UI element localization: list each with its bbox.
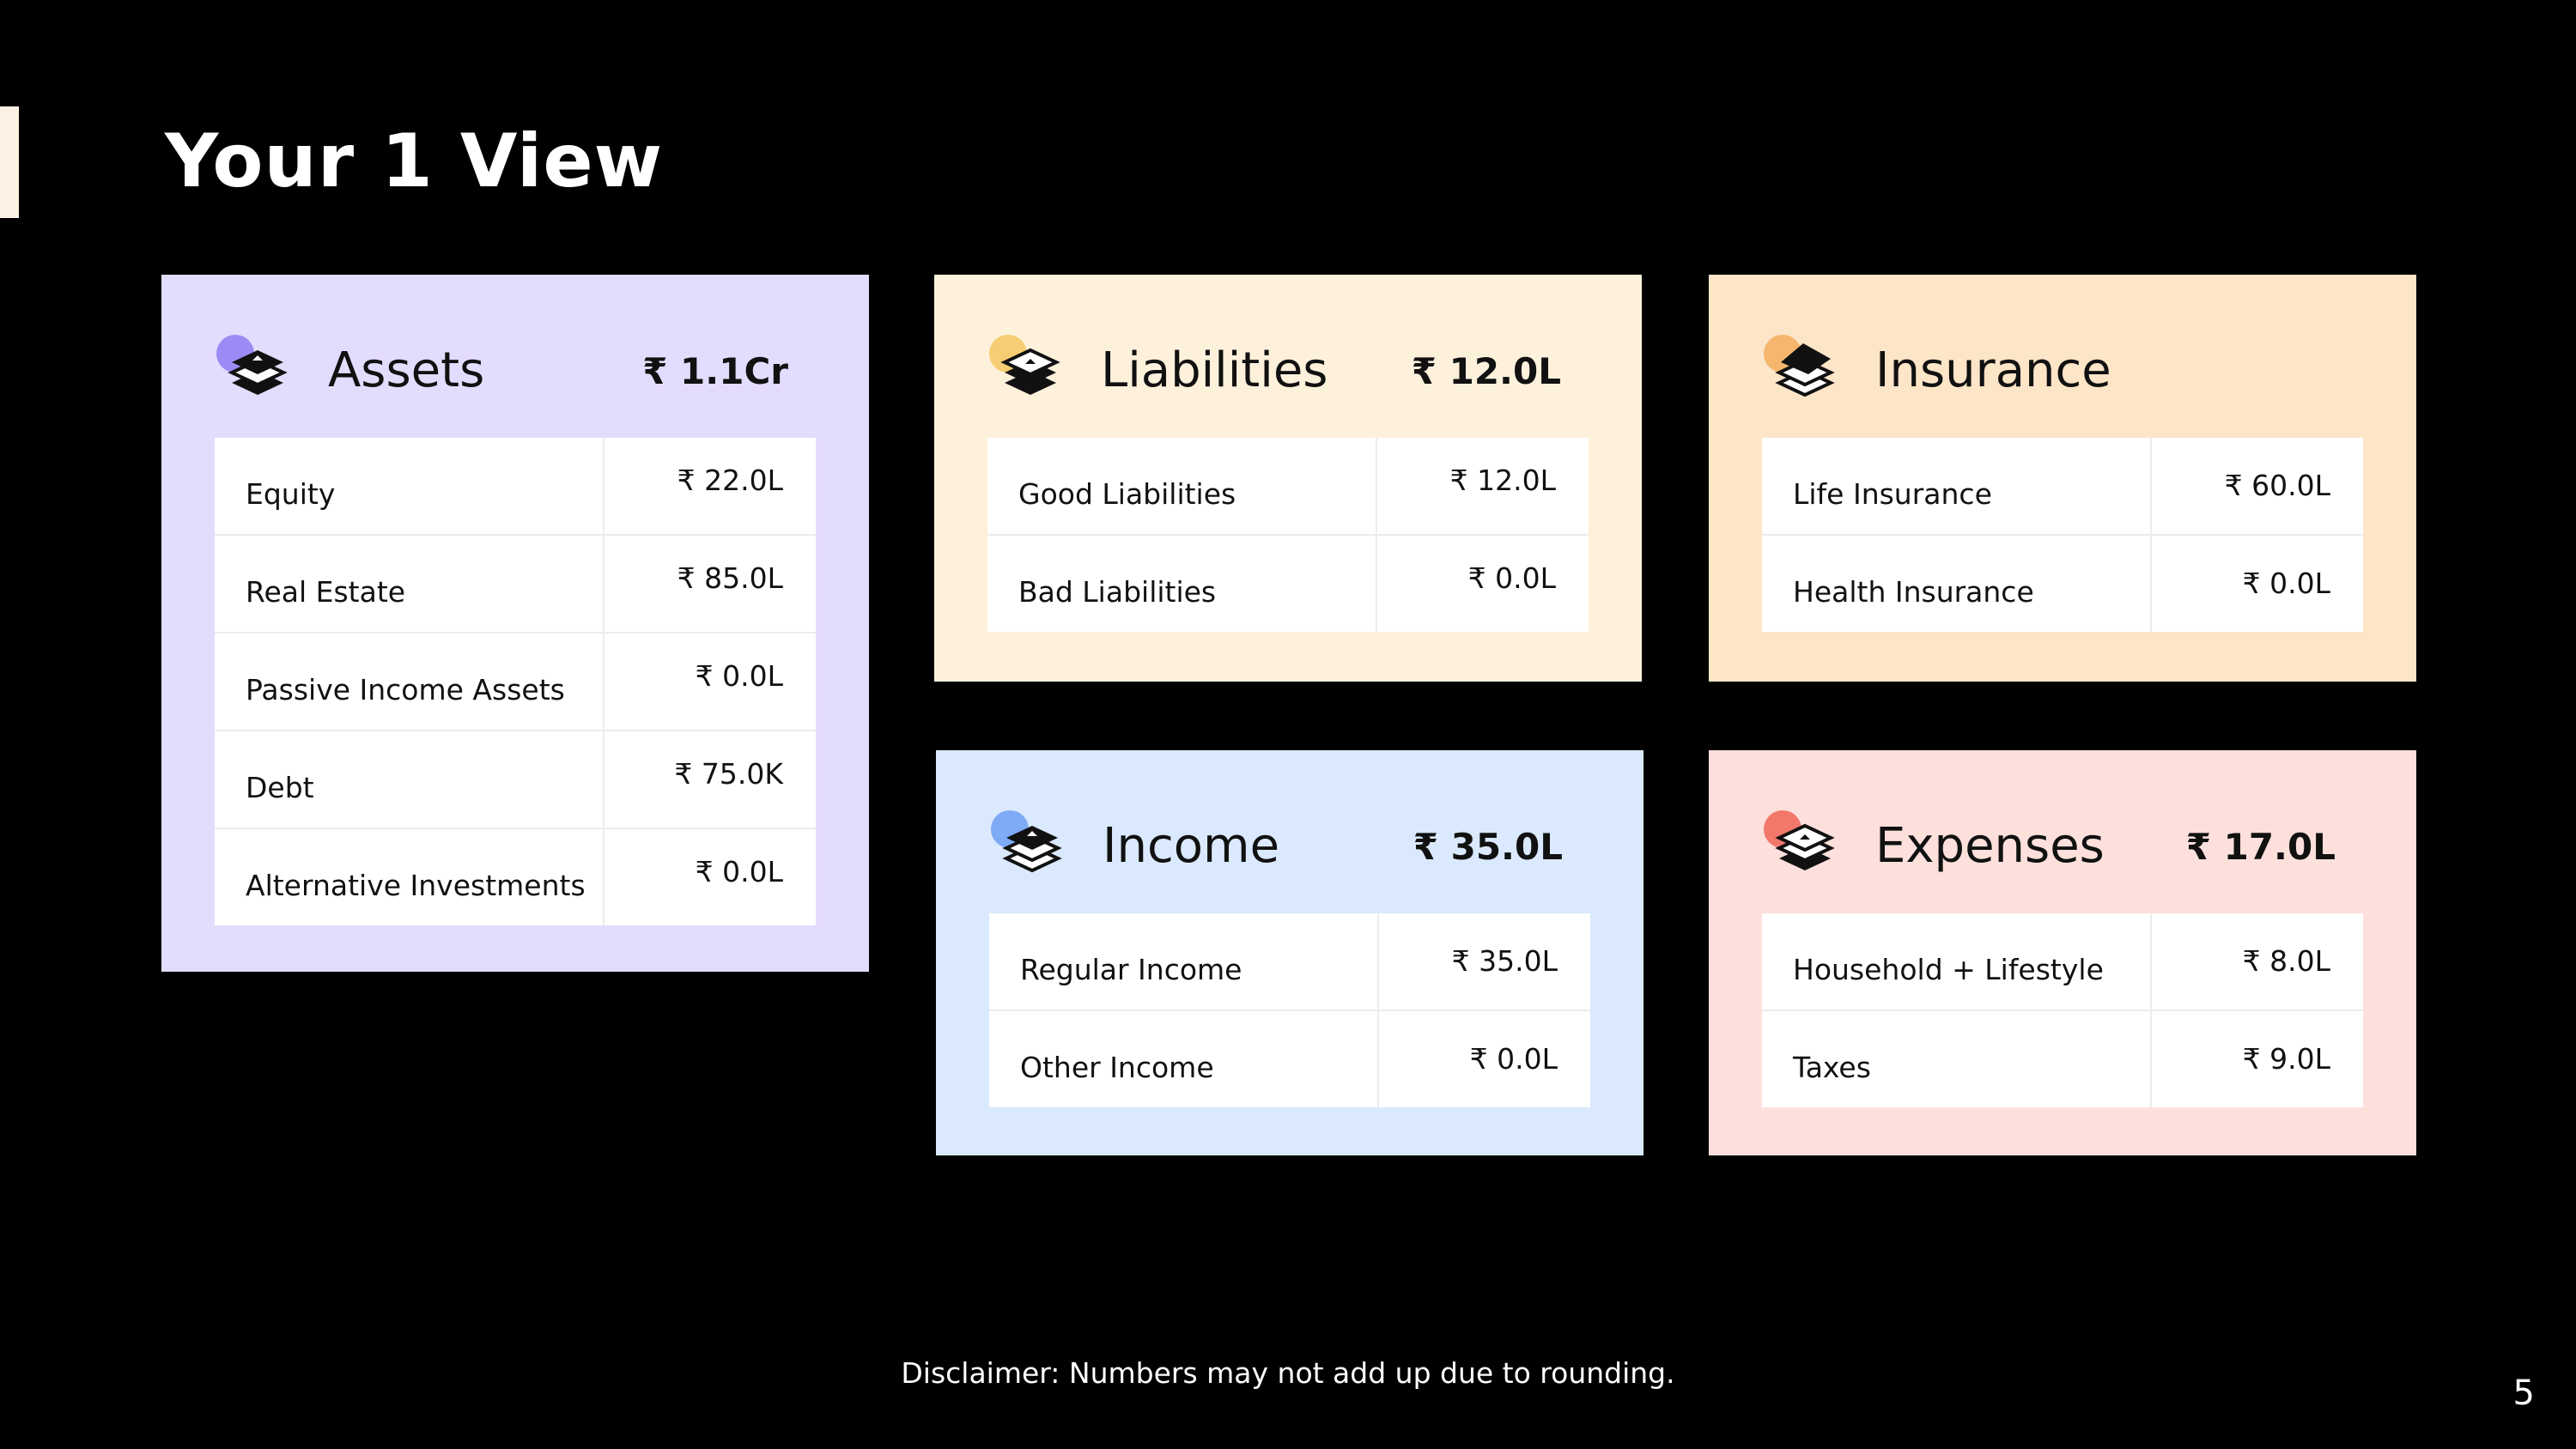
row-value: ₹ 22.0L [677,464,783,497]
row-value: ₹ 8.0L [2242,944,2330,978]
insurance-title: Insurance [1875,343,2111,398]
expenses-title: Expenses [1875,818,2105,874]
row-label: Other Income [989,1011,1379,1107]
table-row: Life Insurance ₹ 60.0L [1762,438,2363,534]
row-label: Good Liabilities [987,438,1377,534]
table-row: Regular Income ₹ 35.0L [989,913,1590,1009]
row-label: Debt [215,731,605,828]
row-label: Taxes [1762,1011,2152,1107]
table-row: Good Liabilities ₹ 12.0L [987,438,1589,534]
row-label: Equity [215,438,605,534]
row-value: ₹ 85.0L [677,561,783,595]
liabilities-title: Liabilities [1101,343,1328,398]
row-label: Health Insurance [1762,536,2152,632]
row-value: ₹ 0.0L [695,855,783,888]
row-label: Real Estate [215,536,605,632]
table-row: Other Income ₹ 0.0L [989,1009,1590,1107]
row-label: Passive Income Assets [215,634,605,730]
income-total: ₹ 35.0L [1413,826,1563,868]
table-row: Equity ₹ 22.0L [215,438,816,534]
page-title: Your 1 View [165,118,664,204]
income-card: Income ₹ 35.0L Regular Income ₹ 35.0L Ot… [936,750,1643,1155]
insurance-card-header: Insurance [1709,275,2416,438]
row-value: ₹ 0.0L [1467,561,1556,595]
assets-card-header: Assets ₹ 1.1Cr [161,275,869,438]
table-row: Taxes ₹ 9.0L [1762,1009,2363,1107]
layers-stack-icon [216,335,288,395]
row-label: Bad Liabilities [987,536,1377,632]
row-value: ₹ 0.0L [2242,567,2330,600]
assets-card: Assets ₹ 1.1Cr Equity ₹ 22.0L Real Estat… [161,275,869,972]
income-card-header: Income ₹ 35.0L [936,750,1643,913]
row-value: ₹ 60.0L [2224,469,2330,502]
row-label: Household + Lifestyle [1762,913,2152,1009]
expenses-table: Household + Lifestyle ₹ 8.0L Taxes ₹ 9.0… [1762,913,2363,1107]
side-accent-bar [0,106,19,218]
liabilities-table: Good Liabilities ₹ 12.0L Bad Liabilities… [987,438,1589,632]
row-label: Life Insurance [1762,438,2152,534]
page-number: 5 [2512,1373,2535,1413]
assets-title: Assets [328,343,485,398]
income-title: Income [1103,818,1280,874]
row-label: Regular Income [989,913,1379,1009]
table-row: Bad Liabilities ₹ 0.0L [987,534,1589,632]
insurance-card: Insurance Life Insurance ₹ 60.0L Health … [1709,275,2416,682]
row-value: ₹ 0.0L [1469,1042,1558,1076]
disclaimer-text: Disclaimer: Numbers may not add up due t… [901,1356,1675,1390]
expenses-total: ₹ 17.0L [2185,826,2336,868]
table-row: Debt ₹ 75.0K [215,730,816,828]
row-value: ₹ 0.0L [695,659,783,693]
liabilities-card: Liabilities ₹ 12.0L Good Liabilities ₹ 1… [934,275,1642,682]
row-value: ₹ 9.0L [2242,1042,2330,1076]
layers-stack-icon [991,810,1062,873]
liabilities-total: ₹ 12.0L [1411,350,1561,392]
assets-table: Equity ₹ 22.0L Real Estate ₹ 85.0L Passi… [215,438,816,925]
table-row: Passive Income Assets ₹ 0.0L [215,632,816,730]
table-row: Real Estate ₹ 85.0L [215,534,816,632]
row-value: ₹ 75.0K [674,757,783,791]
row-label: Alternative Investments [215,829,605,925]
liabilities-card-header: Liabilities ₹ 12.0L [934,275,1642,438]
expenses-card-header: Expenses ₹ 17.0L [1709,750,2416,913]
row-value: ₹ 35.0L [1451,944,1558,978]
layers-stack-icon [989,335,1060,395]
layers-house-icon [1764,335,1835,397]
expenses-card: Expenses ₹ 17.0L Household + Lifestyle ₹… [1709,750,2416,1155]
layers-stack-icon [1764,810,1835,870]
table-row: Alternative Investments ₹ 0.0L [215,828,816,925]
assets-total: ₹ 1.1Cr [642,350,788,392]
insurance-table: Life Insurance ₹ 60.0L Health Insurance … [1762,438,2363,632]
row-value: ₹ 12.0L [1449,464,1556,497]
table-row: Household + Lifestyle ₹ 8.0L [1762,913,2363,1009]
income-table: Regular Income ₹ 35.0L Other Income ₹ 0.… [989,913,1590,1107]
table-row: Health Insurance ₹ 0.0L [1762,534,2363,632]
